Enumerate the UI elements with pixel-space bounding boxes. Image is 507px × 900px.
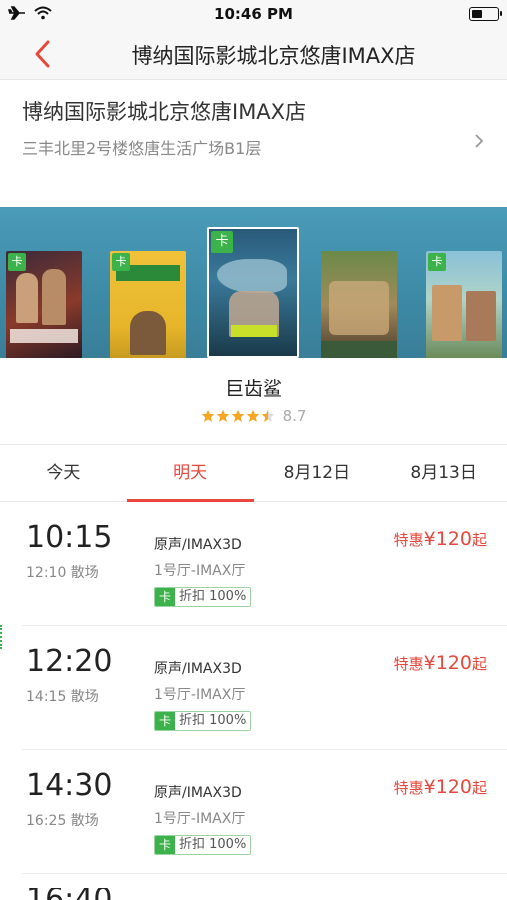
card-badge: 卡	[155, 836, 175, 854]
discount-text: 折扣 100%	[179, 713, 247, 728]
show-start-time-partial: 16:40	[26, 888, 112, 900]
show-format: 原声/IMAX3D	[154, 537, 242, 553]
back-button[interactable]	[28, 38, 60, 70]
showtime-row[interactable]: 14:30 16:25 散场 原声/IMAX3D 1号厅-IMAX厅 卡 折扣 …	[22, 750, 507, 874]
tab-aug-13[interactable]: 8月13日	[380, 445, 507, 501]
showtime-row[interactable]: 10:15 12:10 散场 原声/IMAX3D 1号厅-IMAX厅 卡 折扣 …	[22, 502, 507, 626]
cinema-address: 三丰北里2号楼悠唐生活广场B1层	[22, 139, 262, 158]
chevron-left-icon	[35, 40, 50, 68]
poster-item[interactable]: 卡	[426, 251, 502, 358]
show-format: 原声/IMAX3D	[154, 785, 242, 801]
star-icon	[246, 409, 259, 422]
chevron-right-icon	[475, 134, 484, 148]
nav-bar: 博纳国际影城北京悠唐IMAX店	[0, 28, 507, 80]
price-label: 特惠	[393, 655, 424, 673]
discount-text: 折扣 100%	[179, 837, 247, 852]
show-start-time: 10:15	[26, 520, 113, 555]
show-price: 特惠 ¥120 起	[394, 776, 487, 798]
price-value: ¥120	[423, 528, 472, 550]
poster-item-selected[interactable]: 卡	[207, 227, 299, 358]
cinema-name: 博纳国际影城北京悠唐IMAX店	[22, 100, 307, 124]
page-title: 博纳国际影城北京悠唐IMAX店	[131, 44, 416, 68]
poster-item[interactable]: 卡	[110, 251, 186, 358]
show-format: 原声/IMAX3D	[154, 661, 242, 677]
date-tabs: 今天 明天 8月12日 8月13日	[0, 444, 507, 502]
price-suffix: 起	[471, 779, 487, 797]
movie-rating: 8.7	[0, 407, 507, 425]
discount-text: 折扣 100%	[179, 589, 247, 604]
price-value: ¥120	[423, 652, 472, 674]
poster-item[interactable]: 卡	[6, 251, 82, 358]
card-badge: 卡	[155, 712, 175, 730]
show-price: 特惠 ¥120 起	[394, 528, 487, 550]
card-badge: 卡	[428, 253, 446, 271]
poster-carousel[interactable]: 卡 卡 卡 卡	[0, 207, 507, 358]
star-icon	[201, 409, 214, 422]
price-suffix: 起	[471, 531, 487, 549]
card-badge: 卡	[211, 231, 233, 253]
tab-tomorrow[interactable]: 明天	[126, 445, 254, 502]
card-badge: 卡	[112, 253, 130, 271]
discount-badge: 卡 折扣 100%	[154, 835, 252, 855]
show-start-time: 14:30	[26, 768, 113, 803]
price-value: ¥120	[423, 776, 472, 798]
show-end-time: 14:15 散场	[26, 689, 99, 705]
star-icon	[261, 409, 274, 422]
show-start-time: 12:20	[26, 644, 113, 679]
show-price: 特惠 ¥120 起	[394, 652, 487, 674]
status-bar: 10:46 PM	[0, 0, 507, 28]
show-hall: 1号厅-IMAX厅	[154, 687, 246, 703]
price-label: 特惠	[393, 779, 424, 797]
star-rating	[201, 409, 275, 423]
tab-today[interactable]: 今天	[0, 445, 127, 501]
price-suffix: 起	[471, 655, 487, 673]
showtime-row[interactable]: 12:20 14:15 散场 原声/IMAX3D 1号厅-IMAX厅 卡 折扣 …	[22, 626, 507, 750]
cinema-info[interactable]: 博纳国际影城北京悠唐IMAX店 三丰北里2号楼悠唐生活广场B1层	[0, 80, 507, 207]
movie-title: 巨齿鲨	[224, 378, 282, 400]
showtime-list: 10:15 12:10 散场 原声/IMAX3D 1号厅-IMAX厅 卡 折扣 …	[0, 502, 507, 874]
card-badge: 卡	[155, 588, 175, 606]
scroll-edge-indicator	[0, 625, 3, 649]
poster-item[interactable]	[321, 251, 397, 358]
discount-badge: 卡 折扣 100%	[154, 711, 252, 731]
star-icon	[231, 409, 244, 422]
card-badge: 卡	[8, 253, 26, 271]
battery-icon	[469, 7, 502, 21]
show-end-time: 12:10 散场	[26, 565, 99, 581]
status-time: 10:46 PM	[214, 5, 293, 23]
battery-level	[472, 10, 482, 18]
rating-score: 8.7	[282, 407, 307, 425]
star-icon	[216, 409, 229, 422]
show-end-time: 16:25 散场	[26, 813, 99, 829]
show-hall: 1号厅-IMAX厅	[154, 811, 246, 827]
tab-aug-12[interactable]: 8月12日	[254, 445, 381, 501]
price-label: 特惠	[393, 531, 424, 549]
discount-badge: 卡 折扣 100%	[154, 587, 252, 607]
show-hall: 1号厅-IMAX厅	[154, 563, 246, 579]
